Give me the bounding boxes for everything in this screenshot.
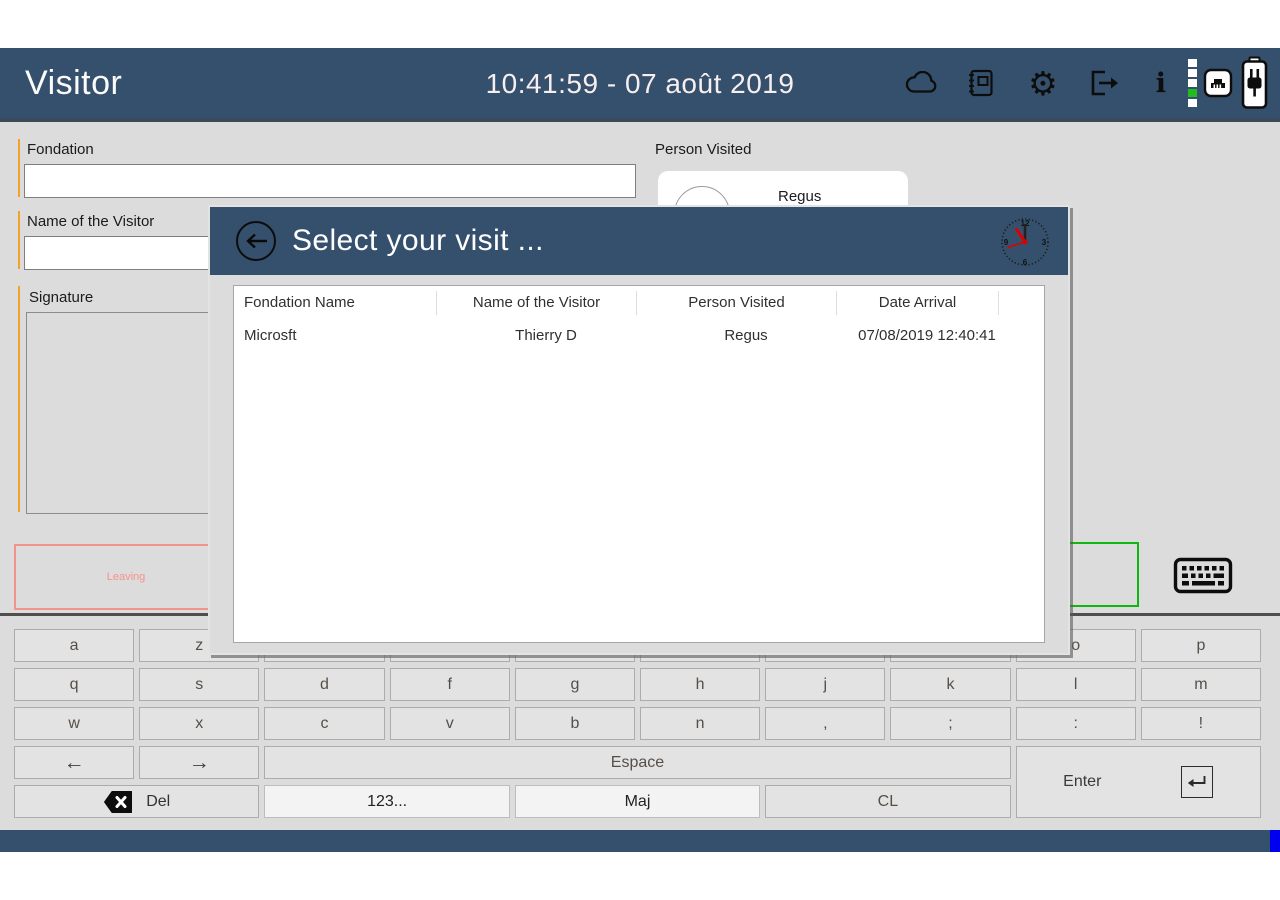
key-exclamation[interactable]: !: [1141, 707, 1261, 740]
key-comma[interactable]: ,: [765, 707, 885, 740]
dialog-title: Select your visit ...: [292, 224, 544, 258]
onscreen-keyboard: a z e r t y u i o p q s d f g h j k l m …: [14, 629, 1261, 818]
backspace-icon: [103, 790, 133, 814]
ethernet-icon: [1203, 68, 1233, 98]
col-person-visited: Person Visited: [636, 291, 836, 315]
key-arrow-right[interactable]: →: [139, 746, 259, 779]
key-f[interactable]: f: [390, 668, 510, 701]
select-visit-dialog: Select your visit ... 12 3 6 9 Fondation…: [208, 205, 1070, 655]
key-c[interactable]: c: [264, 707, 384, 740]
sign-out-icon[interactable]: [1088, 69, 1120, 97]
key-numbers[interactable]: 123...: [264, 785, 509, 818]
key-g[interactable]: g: [515, 668, 635, 701]
header-bar: Visitor 10:41:59 - 07 août 2019 ⚙: [0, 48, 1280, 122]
fondation-accent: [18, 139, 20, 197]
key-b[interactable]: b: [515, 707, 635, 740]
key-semicolon[interactable]: ;: [890, 707, 1010, 740]
fondation-label: Fondation: [27, 141, 94, 158]
key-shift[interactable]: Maj: [515, 785, 760, 818]
battery-plug-icon: [1241, 56, 1268, 110]
key-s[interactable]: s: [139, 668, 259, 701]
visitor-name-accent: [18, 211, 20, 269]
key-j[interactable]: j: [765, 668, 885, 701]
table-header: Fondation Name Name of the Visitor Perso…: [234, 286, 1044, 320]
visitor-app: Visitor 10:41:59 - 07 août 2019 ⚙: [0, 0, 1280, 900]
svg-text:3: 3: [1042, 238, 1047, 247]
cell-visitor: Thierry D: [446, 327, 646, 344]
key-v[interactable]: v: [390, 707, 510, 740]
cloud-icon[interactable]: [904, 71, 940, 95]
page-title: Visitor: [25, 48, 122, 118]
key-m[interactable]: m: [1141, 668, 1261, 701]
key-a[interactable]: a: [14, 629, 134, 662]
col-fondation-name: Fondation Name: [234, 291, 436, 315]
back-arrow-icon: [243, 232, 269, 250]
key-x[interactable]: x: [139, 707, 259, 740]
key-arrow-left[interactable]: ←: [14, 746, 134, 779]
person-visited-label: Person Visited: [655, 141, 751, 158]
header-icons: ⚙ i: [904, 48, 1268, 118]
key-k[interactable]: k: [890, 668, 1010, 701]
address-book-icon[interactable]: [968, 69, 994, 97]
key-space[interactable]: Espace: [264, 746, 1010, 779]
key-delete[interactable]: Del: [14, 785, 259, 818]
key-l[interactable]: l: [1016, 668, 1136, 701]
svg-text:9: 9: [1004, 238, 1009, 247]
delete-label: Del: [146, 793, 170, 811]
visits-table: Fondation Name Name of the Visitor Perso…: [233, 285, 1045, 643]
bottom-bar: [0, 830, 1280, 852]
info-icon[interactable]: i: [1156, 68, 1166, 99]
key-h[interactable]: h: [640, 668, 760, 701]
col-visitor-name: Name of the Visitor: [436, 291, 636, 315]
key-p[interactable]: p: [1141, 629, 1261, 662]
cell-person: Regus: [646, 327, 846, 344]
signature-label: Signature: [29, 289, 93, 306]
key-enter[interactable]: Enter: [1016, 746, 1261, 818]
signal-strip: [1188, 59, 1197, 107]
cell-fondation: Microsft: [234, 327, 446, 344]
key-colon[interactable]: :: [1016, 707, 1136, 740]
svg-text:6: 6: [1023, 258, 1028, 267]
key-clear[interactable]: CL: [765, 785, 1010, 818]
gear-icon[interactable]: ⚙: [1028, 67, 1058, 100]
dialog-header: Select your visit ... 12 3 6 9: [210, 207, 1068, 275]
fondation-input[interactable]: [24, 164, 636, 198]
col-filler: [998, 291, 1044, 315]
col-date-arrival: Date Arrival: [836, 291, 998, 315]
key-n[interactable]: n: [640, 707, 760, 740]
leaving-label: Leaving: [107, 571, 146, 583]
key-d[interactable]: d: [264, 668, 384, 701]
back-button[interactable]: [236, 221, 276, 261]
cell-date-arrival: 07/08/2019 12:40:41: [846, 327, 1008, 344]
leaving-button[interactable]: Leaving: [14, 544, 238, 610]
clock-icon: 12 3 6 9: [998, 215, 1052, 269]
enter-icon: [1181, 766, 1213, 798]
key-q[interactable]: q: [14, 668, 134, 701]
enter-label: Enter: [1063, 773, 1101, 791]
key-w[interactable]: w: [14, 707, 134, 740]
table-row[interactable]: Microsft Thierry D Regus 07/08/2019 12:4…: [234, 320, 1044, 350]
bottom-blue-square: [1270, 830, 1280, 852]
keyboard-icon[interactable]: [1172, 556, 1234, 594]
signature-accent: [18, 286, 20, 512]
person-name: Regus: [778, 188, 821, 205]
visitor-name-label: Name of the Visitor: [27, 213, 154, 230]
